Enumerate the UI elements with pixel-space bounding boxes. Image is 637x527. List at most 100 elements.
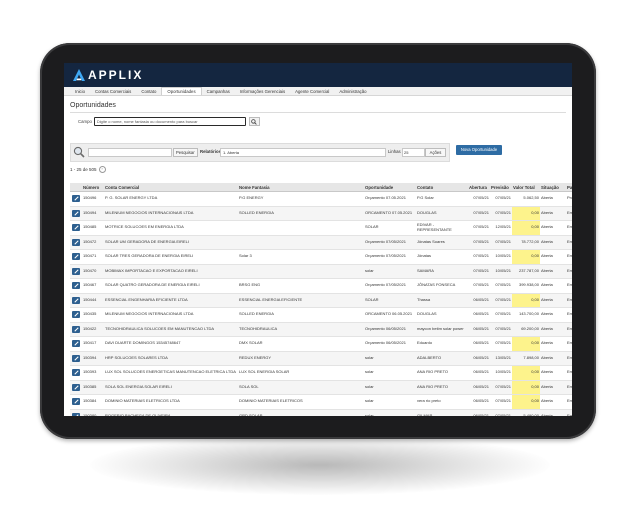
edit-cell — [70, 235, 82, 250]
search-button[interactable] — [248, 117, 260, 126]
table-cell: 07/05/21 — [468, 220, 490, 236]
menu-item-5[interactable]: Informações Gerenciais — [235, 88, 290, 95]
table-cell: Aberta — [540, 409, 566, 416]
edit-icon[interactable] — [72, 296, 80, 304]
table-row[interactable]: 150467 SOLAR QUATRO GERADORA DE ENERGIA E… — [70, 278, 572, 294]
relatorios-select[interactable]: 1. Aberta — [220, 148, 386, 157]
table-cell: 10/05/21 — [490, 365, 512, 381]
table-cell: 0,00 — [512, 249, 540, 265]
table-row[interactable]: 150435 MILENIUM NEGOCIOS INTERNACIONAIS L… — [70, 307, 572, 323]
table-cell: DOMINIO MATERIAIS ELETRICOS — [238, 394, 364, 410]
column-header-6[interactable]: Abertura — [468, 183, 490, 192]
nova-oportunidade-button[interactable]: Nova Oportunidade — [456, 145, 502, 155]
menu-item-0[interactable]: Inicio — [70, 88, 90, 95]
table-cell: 399.938,00 — [512, 278, 540, 294]
table-cell: 06/05/21 — [468, 394, 490, 410]
column-header-9[interactable]: Situação — [540, 183, 566, 192]
filter-text-input[interactable] — [88, 148, 172, 157]
table-row[interactable]: 150471 SOLAR TRES GERADORA DE ENERGIA EIR… — [70, 249, 572, 265]
column-header-4[interactable]: Oportunidade — [364, 183, 416, 192]
table-row[interactable]: 150472 SOLAR UM GERADORA DE ENERGIA EIREL… — [70, 235, 572, 250]
table-row[interactable]: 150444 ESSENCIAL ENGENHARIA EFICIENTE LTD… — [70, 293, 572, 308]
edit-icon[interactable] — [72, 369, 80, 377]
table-row[interactable]: 150380 ROGERIO BACHEGA DE OLIVEIRA GRD SOL… — [70, 409, 572, 416]
edit-icon[interactable] — [72, 209, 80, 217]
edit-cell — [70, 336, 82, 352]
edit-icon[interactable] — [72, 267, 80, 275]
edit-icon[interactable] — [72, 325, 80, 333]
app-screen: APPLIX Inicio Contas Comerciais Contato Opo… — [64, 63, 572, 416]
magnifier-icon — [73, 146, 85, 158]
table-cell: DOUGLAS — [416, 206, 468, 221]
table-cell: BRSG ENG — [238, 278, 364, 294]
table-cell: Eduardo — [416, 336, 468, 352]
edit-icon[interactable] — [72, 412, 80, 416]
column-header-7[interactable]: Previsão — [490, 183, 512, 192]
table-row[interactable]: 150393 LUX SOL SOLUCOES ENERGETICAS MANUT… — [70, 365, 572, 381]
table-cell: ROGERIO BACHEGA DE OLIVEIRA — [104, 409, 238, 416]
edit-icon[interactable] — [72, 354, 80, 362]
table-cell: GRD SOLAR — [238, 409, 364, 416]
menu-item-4[interactable]: Campanhas — [202, 88, 235, 95]
table-row[interactable]: 150494 MILENIUM NEGOCIOS INTERNACIONAIS L… — [70, 206, 572, 221]
table-cell: Em Neg — [566, 249, 572, 265]
table-cell: SOLLED ENERGIA — [238, 307, 364, 323]
edit-icon[interactable] — [72, 340, 80, 348]
opportunities-table: Número Conta Comercial Nome Fantasia Oportu… — [70, 183, 572, 416]
column-header-1[interactable]: Número — [82, 183, 104, 192]
edit-cell — [70, 322, 82, 337]
table-header-row: Número Conta Comercial Nome Fantasia Oportu… — [70, 183, 572, 192]
edit-cell — [70, 264, 82, 279]
table-body: 150496 P. G. SOLAR ENERGY LTDA P.G ENERGY O… — [70, 191, 572, 416]
table-row[interactable]: 150417 DAVI DUARTE DOMINGOS 15345748647 DM… — [70, 336, 572, 352]
table-row[interactable]: 150485 MOTRICE SOLUCOES EM ENERGIA LTDA SO… — [70, 220, 572, 236]
table-cell: SAMARA — [416, 264, 468, 279]
search-input[interactable]: Digite o nome, nome fantasia ou document… — [93, 117, 246, 126]
table-row[interactable]: 150496 P. G. SOLAR ENERGY LTDA P.G ENERGY O… — [70, 191, 572, 207]
table-cell — [238, 235, 364, 250]
edit-icon[interactable] — [72, 253, 80, 261]
table-cell: ORCAMENTO 06.05.2021 — [364, 307, 416, 323]
table-row[interactable]: 150384 DOMINIO MATERIAIS ELETRICOS LTDA DO… — [70, 394, 572, 410]
table-cell: 150470 — [82, 264, 104, 279]
table-cell: Em Neg — [566, 220, 572, 236]
menu-item-6[interactable]: Agente Comercial — [290, 88, 334, 95]
menu-item-3[interactable]: Oportunidades — [161, 87, 202, 95]
table-cell: EDIVAR - REPRESENTANTE — [416, 220, 468, 236]
table-cell: SOLA SOL — [238, 380, 364, 395]
edit-icon[interactable] — [72, 282, 80, 290]
menu-item-1[interactable]: Contas Comerciais — [90, 88, 136, 95]
linhas-select[interactable]: 25 — [402, 148, 425, 157]
edit-icon[interactable] — [72, 383, 80, 391]
edit-icon[interactable] — [72, 311, 80, 319]
acoes-button[interactable]: Ações — [425, 148, 446, 157]
table-cell: 150385 — [82, 380, 104, 395]
table-row[interactable]: 150422 TECNOHIDRAULICA SOLUCOES EM MANUTE… — [70, 322, 572, 337]
table-cell: 0,00 — [512, 206, 540, 221]
table-cell: 07/05/21 — [490, 322, 512, 337]
table-row[interactable]: 150385 SOLA SOL ENERGIA SOLAR EIRELI SOLA … — [70, 380, 572, 395]
menu-item-7[interactable]: Administração — [334, 88, 371, 95]
table-row[interactable]: 150470 MOBIMAX IMPORTACAO E EXPORTACAO EI… — [70, 264, 572, 279]
column-header-0[interactable] — [70, 183, 82, 192]
column-header-10[interactable]: Passo — [566, 183, 572, 192]
edit-cell — [70, 365, 82, 381]
table-cell: DMX SOLAR — [238, 336, 364, 352]
column-header-2[interactable]: Conta Comercial — [104, 183, 238, 192]
edit-icon[interactable] — [72, 238, 80, 246]
edit-icon[interactable] — [72, 224, 80, 232]
edit-icon[interactable] — [72, 398, 80, 406]
table-cell: Jônatas Soares — [416, 235, 468, 250]
table-cell: 150485 — [82, 220, 104, 236]
column-header-3[interactable]: Nome Fantasia — [238, 183, 364, 192]
pagination-icon[interactable]: › — [98, 166, 106, 173]
column-header-8[interactable]: Valor Total — [512, 183, 540, 192]
table-cell: LUX SOL SOLUCOES ENERGETICAS MANUTENCAO … — [104, 365, 238, 381]
table-row[interactable]: 150394 HRP SOLUCOES SOLARES LTDA REDUX ENE… — [70, 351, 572, 366]
edit-icon[interactable] — [72, 195, 80, 203]
menu-item-2[interactable]: Contato — [136, 88, 161, 95]
pesquisar-button[interactable]: Pesquisar — [173, 148, 198, 157]
table-cell: 69.200,00 — [512, 322, 540, 337]
edit-cell — [70, 278, 82, 294]
column-header-5[interactable]: Contato — [416, 183, 468, 192]
